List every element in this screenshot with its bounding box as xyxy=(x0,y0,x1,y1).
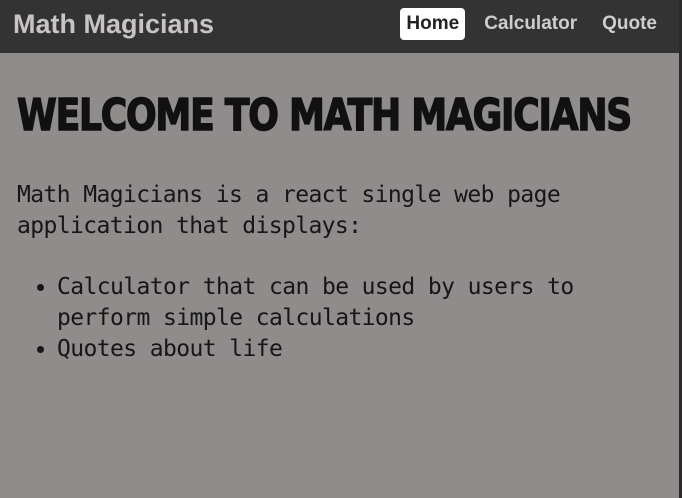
brand-title: Math Magicians xyxy=(13,9,215,39)
intro-text: Math Magicians is a react single web pag… xyxy=(17,182,561,239)
page-title: WELCOME TO MATH MAGICIANS xyxy=(16,89,633,142)
list-item: Quotes about life xyxy=(57,334,647,365)
nav-link-quote[interactable]: Quote xyxy=(596,8,663,40)
nav-link-calculator[interactable]: Calculator xyxy=(478,8,583,40)
nav-links: Home Calculator Quote xyxy=(400,8,663,40)
nav-link-home[interactable]: Home xyxy=(400,8,466,40)
main-content: WELCOME TO MATH MAGICIANS Math Magicians… xyxy=(16,88,667,365)
list-item: Calculator that can be used by users to … xyxy=(57,272,647,334)
navbar: Math Magicians Home Calculator Quote xyxy=(0,0,679,53)
feature-list: Calculator that can be used by users to … xyxy=(17,272,647,365)
